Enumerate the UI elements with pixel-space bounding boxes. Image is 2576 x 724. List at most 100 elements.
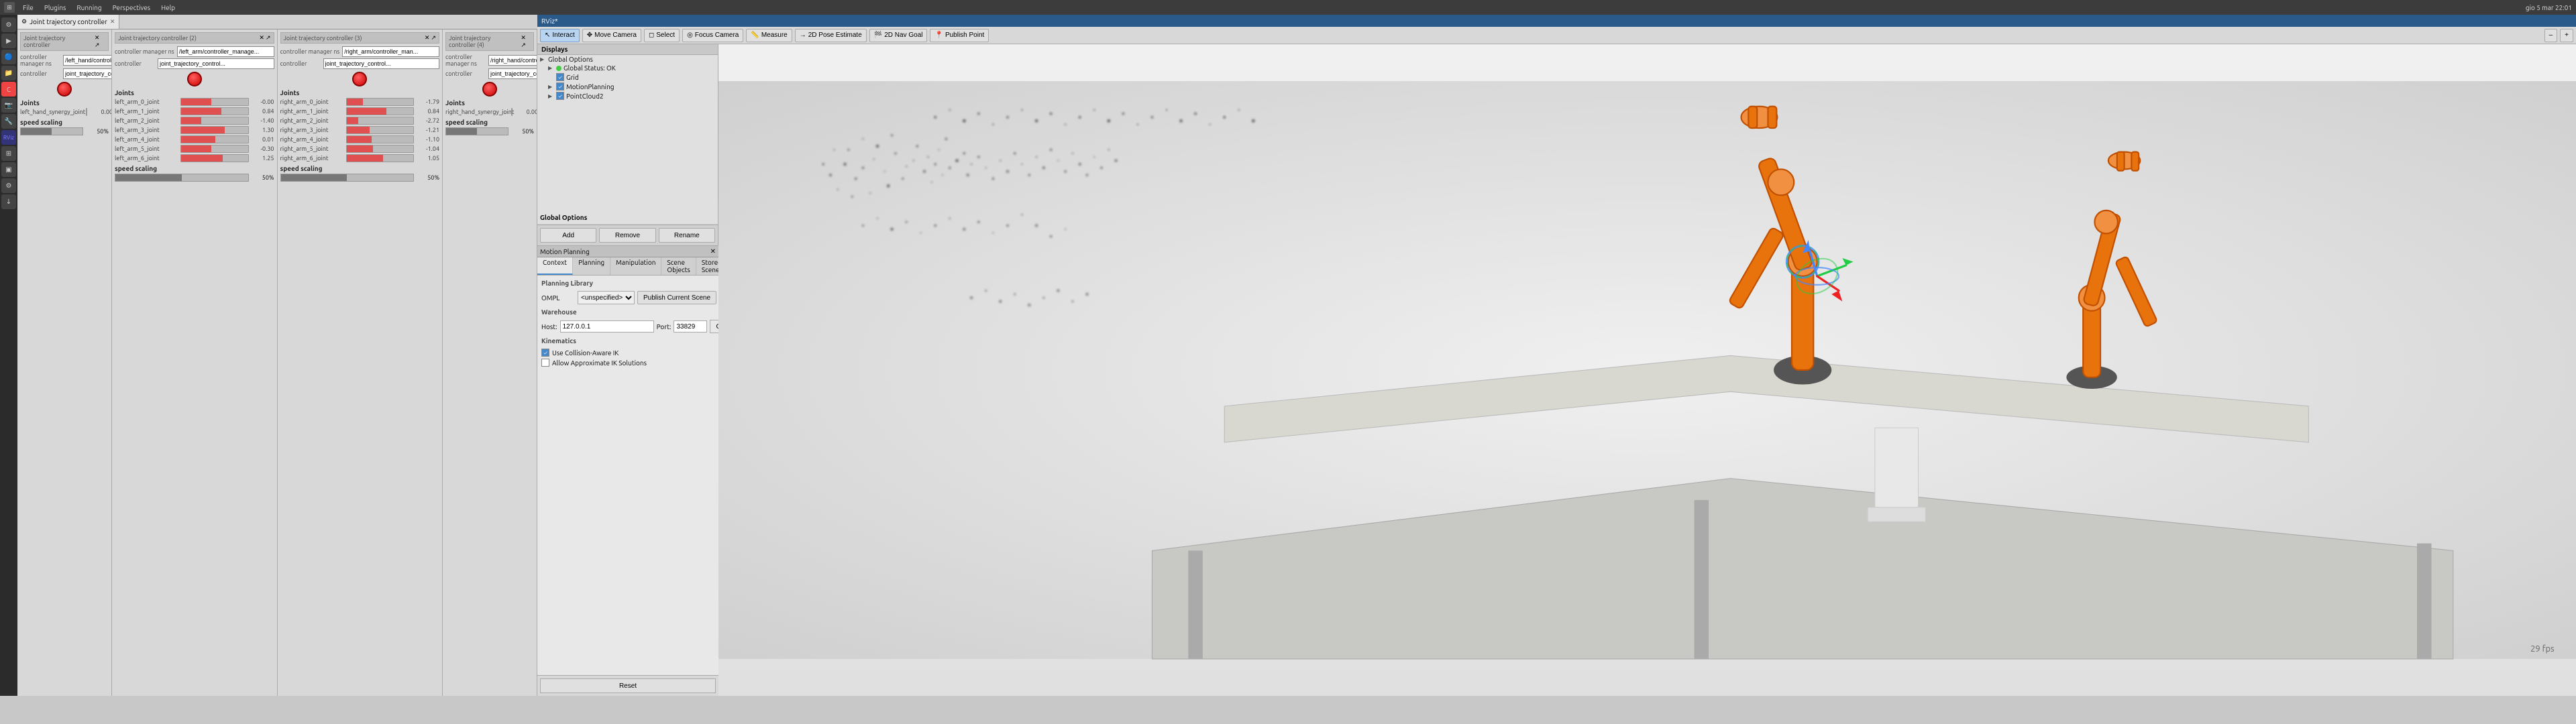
tree-item-pointcloud2[interactable]: ▶ ✓ PointCloud2 bbox=[545, 91, 718, 101]
joint-slider-la3[interactable] bbox=[180, 126, 249, 134]
sidebar-icon-5[interactable]: 📷 bbox=[1, 98, 16, 113]
sidebar-icon-terminal[interactable]: ▣ bbox=[1, 162, 16, 177]
tab-close-main[interactable]: ✕ bbox=[110, 18, 115, 25]
sidebar-icon-6[interactable]: 🔧 bbox=[1, 114, 16, 129]
joint-slider-la5[interactable] bbox=[180, 145, 249, 153]
joint-slider-ra3[interactable] bbox=[346, 126, 415, 134]
toolbar-extra-1[interactable]: – bbox=[2544, 29, 2558, 42]
toolbar-publish-point[interactable]: 📍 Publish Point bbox=[930, 29, 989, 42]
joint-slider-la2[interactable] bbox=[180, 117, 249, 125]
ctrl-input-cm-1[interactable] bbox=[177, 46, 274, 57]
toolbar-extra-2[interactable]: + bbox=[2560, 29, 2573, 42]
mp-tab-context[interactable]: Context bbox=[537, 257, 573, 275]
toolbar-2d-nav[interactable]: 🏁 2D Nav Goal bbox=[869, 29, 928, 42]
sidebar-icon-3[interactable]: 🔵 bbox=[1, 50, 16, 64]
red-button-3[interactable] bbox=[482, 82, 497, 97]
joint-slider-ra2[interactable] bbox=[346, 117, 415, 125]
sidebar-icon-chrome[interactable]: C bbox=[1, 82, 16, 97]
jt-panel-header-1: Joint trajectory controller (2) ✕ ↗ bbox=[115, 32, 274, 44]
cb-collision-aware[interactable]: ✓ bbox=[541, 349, 549, 357]
joint-slider-rhsj[interactable] bbox=[511, 108, 513, 116]
joint-slider-la0[interactable] bbox=[180, 98, 249, 106]
mp-select-unspecified[interactable]: <unspecified> bbox=[578, 291, 635, 304]
toolbar-focus-camera[interactable]: ◎ Focus Camera bbox=[682, 29, 743, 42]
joint-row-rhsj: right_hand_synergy_joint 0.00 bbox=[445, 108, 534, 116]
mp-tab-manipulation[interactable]: Manipulation bbox=[610, 257, 661, 275]
displays-add-btn[interactable]: Add bbox=[540, 228, 596, 243]
toolbar-2d-pose[interactable]: → 2D Pose Estimate bbox=[795, 29, 867, 42]
ctrl-input-ctrl-1[interactable] bbox=[158, 58, 274, 69]
displays-rename-btn[interactable]: Rename bbox=[659, 228, 715, 243]
ctrl-input-ctrl-3[interactable] bbox=[488, 68, 537, 79]
ctrl-input-cm-2[interactable] bbox=[342, 46, 439, 57]
tree-item-grid[interactable]: ✓ Grid bbox=[545, 72, 718, 82]
sidebar-icon-bottom[interactable]: ↓ bbox=[1, 194, 16, 209]
mp-close-icon[interactable]: ✕ bbox=[710, 247, 716, 255]
joint-slider-la4[interactable] bbox=[180, 135, 249, 143]
red-button-1[interactable] bbox=[187, 72, 202, 86]
joint-slider-la1[interactable] bbox=[180, 107, 249, 115]
tree-item-global-status[interactable]: ▶ Global Status: OK bbox=[545, 64, 718, 72]
tree-checkbox-pc[interactable]: ✓ bbox=[556, 92, 564, 100]
tree-item-motion-planning[interactable]: ▶ ✓ MotionPlanning bbox=[545, 82, 718, 91]
mp-connect-btn[interactable]: Connect bbox=[710, 320, 718, 333]
app-menu-icon[interactable]: ⊞ bbox=[4, 2, 15, 13]
toolbar-move-camera[interactable]: ✥ Move Camera bbox=[582, 29, 641, 42]
cb-approx-ik[interactable] bbox=[541, 359, 549, 367]
red-button-0[interactable] bbox=[57, 82, 72, 97]
menu-help[interactable]: Help bbox=[158, 4, 178, 11]
displays-header: Displays bbox=[537, 44, 718, 55]
reset-button[interactable]: Reset bbox=[540, 678, 716, 693]
select-label: Select bbox=[656, 32, 675, 39]
joint-name-ra1: right_arm_1_joint bbox=[280, 108, 344, 115]
ctrl-input-cm-3[interactable] bbox=[488, 55, 537, 66]
joint-slider-ra1[interactable] bbox=[346, 107, 415, 115]
ctrl-label-cm-0: controller manager ns bbox=[20, 54, 60, 67]
speed-slider-0[interactable] bbox=[20, 127, 83, 135]
jt-panel-header-0: Joint trajectory controller ✕ ↗ bbox=[20, 32, 109, 51]
sidebar-icon-4[interactable]: 📁 bbox=[1, 66, 16, 80]
sidebar-icon-grid[interactable]: ⊞ bbox=[1, 146, 16, 161]
mp-publish-current-scene-btn[interactable]: Publish Current Scene bbox=[637, 291, 716, 304]
rviz-title: RViz* bbox=[541, 17, 558, 25]
mp-port-input[interactable] bbox=[674, 320, 707, 333]
joint-slider-lhsj[interactable] bbox=[86, 108, 87, 116]
toolbar-interact[interactable]: ↖ Interact bbox=[540, 29, 580, 42]
joint-row-lhsj: left_hand_synergy_joint 0.00 bbox=[20, 108, 109, 116]
tree-label-grid: Grid bbox=[566, 74, 579, 81]
joint-slider-ra6[interactable] bbox=[346, 154, 415, 162]
mp-tab-scene-objects[interactable]: Scene Objects bbox=[661, 257, 696, 275]
menu-perspectives[interactable]: Perspectives bbox=[110, 4, 154, 11]
sidebar-icon-settings[interactable]: ⚙ bbox=[1, 178, 16, 193]
menu-running[interactable]: Running bbox=[74, 4, 104, 11]
mp-host-input[interactable] bbox=[560, 320, 654, 333]
tree-checkbox-mp[interactable]: ✓ bbox=[556, 82, 564, 90]
joint-slider-la6[interactable] bbox=[180, 154, 249, 162]
mp-tab-planning[interactable]: Planning bbox=[573, 257, 610, 275]
joint-row-ra4: right_arm_4_joint -1.10 bbox=[280, 135, 440, 143]
ctrl-input-ctrl-0[interactable] bbox=[63, 68, 112, 79]
ctrl-input-cm-0[interactable] bbox=[63, 55, 112, 66]
speed-slider-3[interactable] bbox=[445, 127, 508, 135]
menu-file[interactable]: File bbox=[20, 4, 36, 11]
speed-slider-1[interactable] bbox=[115, 174, 249, 182]
red-button-2[interactable] bbox=[352, 72, 367, 86]
sidebar-icon-2[interactable]: ▶ bbox=[1, 34, 16, 48]
sidebar-icon-rviz[interactable]: RViz bbox=[1, 130, 16, 145]
sidebar-icon-1[interactable]: ⚙ bbox=[1, 17, 16, 32]
menu-plugins[interactable]: Plugins bbox=[42, 4, 69, 11]
tree-checkbox-grid[interactable]: ✓ bbox=[556, 73, 564, 81]
joint-slider-ra5[interactable] bbox=[346, 145, 415, 153]
tree-item-global-options[interactable]: ▶ Global Options bbox=[537, 55, 718, 64]
joint-slider-ra0[interactable] bbox=[346, 98, 415, 106]
displays-remove-btn[interactable]: Remove bbox=[599, 228, 655, 243]
viewport-3d[interactable]: 29 fps Stored States bbox=[718, 44, 2576, 696]
system-bar: ⊞ File Plugins Running Perspectives Help… bbox=[0, 0, 2576, 15]
joint-name-rhsj: right_hand_synergy_joint bbox=[445, 109, 509, 115]
jt-tab-main[interactable]: ⚙ Joint trajectory controller ✕ bbox=[17, 15, 119, 29]
ctrl-input-ctrl-2[interactable] bbox=[323, 58, 440, 69]
toolbar-select[interactable]: ◻ Select bbox=[644, 29, 680, 42]
joint-slider-ra4[interactable] bbox=[346, 135, 415, 143]
speed-slider-2[interactable] bbox=[280, 174, 415, 182]
toolbar-measure[interactable]: 📏 Measure bbox=[746, 29, 792, 42]
